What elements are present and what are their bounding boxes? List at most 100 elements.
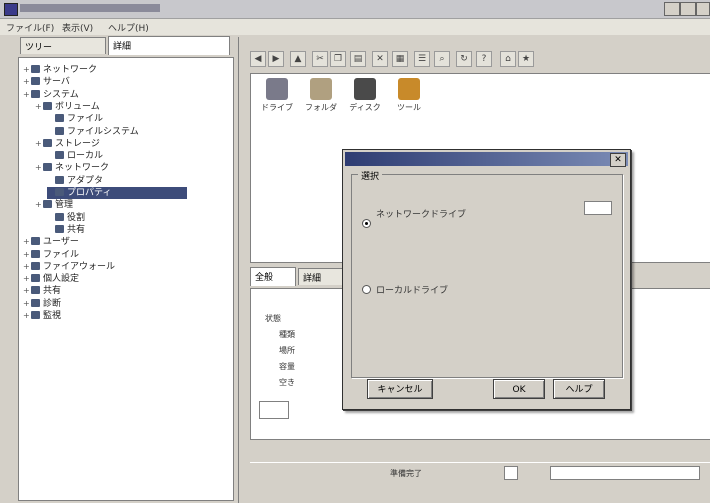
tree-item[interactable]: プロパティ	[47, 187, 187, 199]
forward-icon[interactable]: ▶	[268, 51, 284, 67]
tree-item[interactable]: + ストレージ	[35, 138, 100, 150]
icon-item[interactable]: ツール	[387, 78, 431, 112]
status-field[interactable]	[550, 466, 700, 480]
expand-icon[interactable]: +	[35, 101, 43, 113]
back-icon[interactable]: ◀	[250, 51, 266, 67]
tree-item[interactable]: ファイル	[47, 113, 103, 125]
expand-icon[interactable]: +	[23, 261, 31, 273]
cancel-button[interactable]: キャンセル	[367, 379, 433, 399]
up-folder-icon[interactable]: ▲	[290, 51, 306, 67]
expand-icon[interactable]: +	[23, 298, 31, 310]
icon-item-label: ドライブ	[261, 103, 293, 112]
folder-icon	[55, 114, 64, 123]
close-button[interactable]	[696, 2, 710, 16]
menu-view[interactable]: 表示(V)	[62, 21, 93, 34]
tree-item[interactable]: + 管理	[35, 199, 73, 211]
tree-item[interactable]: + ネットワーク	[35, 162, 109, 174]
tree-item[interactable]: ローカル	[47, 150, 103, 162]
tree-item-label: ファイアウォール	[43, 261, 116, 272]
help-button[interactable]: ヘルプ	[553, 379, 605, 399]
tree-item[interactable]: + ネットワーク	[23, 64, 97, 76]
tab-general[interactable]: 全般	[250, 267, 296, 286]
option-local-label[interactable]: ローカルドライブ	[376, 283, 448, 296]
tree-item[interactable]: + システム	[23, 89, 79, 101]
app-icon	[4, 3, 18, 16]
properties-icon[interactable]: ▦	[392, 51, 408, 67]
icon-item[interactable]: ディスク	[343, 78, 387, 112]
view-icon[interactable]: ☰	[414, 51, 430, 67]
icon-item-label: ディスク	[349, 103, 381, 112]
icon-item[interactable]: ドライブ	[255, 78, 299, 112]
drive-letter-field[interactable]	[584, 201, 612, 215]
folder-icon	[31, 311, 40, 319]
prop-label: 種類	[279, 330, 295, 339]
folder-icon	[31, 298, 40, 307]
expand-icon[interactable]: +	[23, 249, 31, 261]
expand-icon[interactable]: +	[23, 89, 31, 101]
icon-item-label: フォルダ	[305, 103, 337, 112]
prop-box[interactable]	[259, 401, 289, 419]
expand-icon[interactable]: +	[23, 285, 31, 297]
tree-item-label: 個人設定	[43, 274, 80, 285]
copy-icon[interactable]: ❐	[330, 51, 346, 67]
tree-item-label: 診断	[43, 298, 62, 309]
tree-item[interactable]: + ファイル	[23, 249, 79, 261]
expand-icon[interactable]: +	[23, 76, 31, 88]
cut-icon[interactable]: ✂	[312, 51, 328, 67]
expand-icon[interactable]: +	[23, 64, 31, 76]
tree-item-label: ファイル	[43, 249, 80, 260]
tab-details[interactable]: 詳細	[298, 268, 344, 285]
expand-icon[interactable]: +	[23, 273, 31, 285]
tool-icon	[398, 78, 420, 100]
expand-icon[interactable]: +	[35, 138, 43, 150]
refresh-icon[interactable]: ↻	[456, 51, 472, 67]
expand-icon[interactable]: +	[23, 310, 31, 322]
icon-item[interactable]: フォルダ	[299, 78, 343, 112]
tree-item[interactable]: + 個人設定	[23, 273, 79, 285]
maximize-button[interactable]	[680, 2, 696, 16]
prop-label: 状態	[265, 314, 281, 323]
expand-icon[interactable]: +	[23, 236, 31, 248]
tree-item-label: 管理	[55, 200, 74, 211]
tree-item-label: ネットワーク	[55, 163, 110, 174]
tree-item[interactable]: + 監視	[23, 310, 61, 322]
dialog-close-button[interactable]: ✕	[610, 153, 626, 167]
radio-local[interactable]	[362, 285, 371, 294]
ok-button[interactable]: OK	[493, 379, 545, 399]
icon-item-label: ツール	[397, 103, 421, 112]
delete-icon[interactable]: ✕	[372, 51, 388, 67]
expand-icon[interactable]: +	[35, 162, 43, 174]
tree-item-label: ファイルシステム	[67, 126, 139, 137]
tree-item[interactable]: + ファイアウォール	[23, 261, 115, 273]
radio-network[interactable]	[362, 219, 371, 228]
option-network-label[interactable]: ネットワークドライブ	[376, 207, 466, 220]
menu-bar: ファイル(F) 表示(V) ヘルプ(H)	[0, 19, 710, 35]
help-icon[interactable]: ?	[476, 51, 492, 67]
favorite-icon[interactable]: ★	[518, 51, 534, 67]
tree-item[interactable]: + ボリューム	[35, 101, 100, 113]
minimize-button[interactable]	[664, 2, 680, 16]
tab-detail[interactable]: 詳細	[108, 36, 230, 55]
folder-icon	[55, 212, 64, 221]
tab-tree[interactable]: ツリー	[20, 37, 106, 54]
tree-item[interactable]: 共有	[47, 224, 85, 236]
tree-item[interactable]: ファイルシステム	[47, 126, 139, 138]
tree-item[interactable]: + 共有	[23, 285, 61, 297]
status-text: 準備完了	[390, 469, 422, 478]
menu-file[interactable]: ファイル(F)	[6, 21, 54, 34]
tree-item-label: システム	[43, 89, 79, 100]
left-tab-strip: ツリー 詳細	[18, 36, 234, 57]
expand-icon[interactable]: +	[35, 199, 43, 211]
tree-item[interactable]: + 診断	[23, 298, 61, 310]
tree-item[interactable]: 役割	[47, 212, 85, 224]
menu-help[interactable]: ヘルプ(H)	[108, 21, 149, 34]
home-icon[interactable]: ⌂	[500, 51, 516, 67]
tree-item[interactable]: + サーバ	[23, 76, 70, 88]
paste-icon[interactable]: ▤	[350, 51, 366, 67]
status-checkbox[interactable]	[504, 466, 518, 480]
tree-item-label: 役割	[67, 212, 86, 223]
tree-item[interactable]: + ユーザー	[23, 236, 79, 248]
tree-item[interactable]: アダプタ	[47, 175, 103, 187]
status-bar: 準備完了	[250, 462, 710, 483]
search-icon[interactable]: ⌕	[434, 51, 450, 67]
